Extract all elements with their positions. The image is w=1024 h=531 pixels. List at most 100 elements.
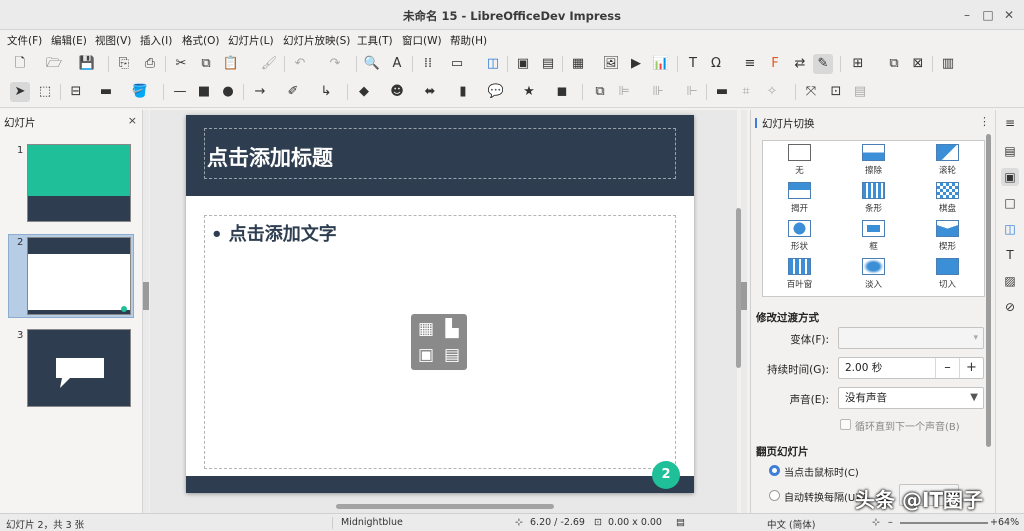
grid-icon[interactable]: ⁞⁞ — [418, 54, 438, 74]
flowchart-icon[interactable]: ▮ — [453, 82, 473, 102]
arrow-line-icon[interactable]: → — [250, 82, 270, 102]
ellipse-icon[interactable]: ● — [218, 82, 238, 102]
start-current-slide-icon[interactable]: ▤ — [538, 54, 558, 74]
crop-icon[interactable]: ⌗ — [736, 82, 756, 102]
image-icon[interactable]: 🖼 — [601, 54, 621, 74]
curve-icon[interactable]: ✐ — [283, 82, 303, 102]
transitions-icon[interactable]: ⇄ — [790, 54, 810, 74]
menu-help[interactable]: 帮助(H) — [450, 33, 487, 48]
transition-cut[interactable]: 切入 — [911, 255, 984, 293]
menu-edit[interactable]: 编辑(E) — [51, 33, 87, 48]
loop-sound-checkbox[interactable] — [840, 419, 851, 430]
zoom-out-icon[interactable]: – — [888, 517, 893, 528]
on-click-radio[interactable] — [769, 465, 780, 476]
select-pointer-icon[interactable]: ➤ — [10, 82, 30, 102]
close-icon[interactable]: × — [128, 114, 137, 127]
insert-table-icon[interactable]: ▦ — [415, 318, 437, 340]
transition-checkers[interactable]: 棋盘 — [911, 179, 984, 217]
insert-video-icon[interactable]: ▤ — [441, 344, 463, 366]
properties-icon[interactable]: ▤ — [1001, 142, 1019, 160]
toggle-extrusion-icon[interactable]: ⤧ — [801, 82, 821, 102]
transition-venetian[interactable]: 百叶窗 — [763, 255, 836, 293]
filter-icon[interactable]: ✧ — [762, 82, 782, 102]
zoom-pan-icon[interactable]: ⬚ — [35, 82, 55, 102]
transition-bars[interactable]: 条形 — [837, 179, 910, 217]
transition-shape[interactable]: 形状 — [763, 217, 836, 255]
arrange-icon[interactable]: ⊪ — [648, 82, 668, 102]
transition-box[interactable]: 框 — [837, 217, 910, 255]
insert-chart-icon[interactable]: ▙ — [441, 318, 463, 340]
distribute-icon[interactable]: ⊩ — [682, 82, 702, 102]
show-draw-functions-icon[interactable]: ✎ — [813, 54, 833, 74]
stars-icon[interactable]: ★ — [519, 82, 539, 102]
find-icon[interactable]: 🔍 — [362, 54, 382, 74]
minimize-button[interactable]: – — [957, 5, 977, 25]
fontwork-f-icon[interactable]: F — [765, 54, 785, 74]
spelling-icon[interactable]: A — [387, 54, 407, 74]
menu-view[interactable]: 视图(V) — [95, 33, 131, 48]
language-status[interactable]: 中文 (简体) — [767, 517, 815, 531]
slide-transition-tab-icon[interactable]: ▣ — [1001, 168, 1019, 186]
basic-shapes-icon[interactable]: ◆ — [354, 82, 374, 102]
line-color-icon[interactable]: ⊟ — [66, 82, 86, 102]
fill-line-color-icon[interactable]: ▬ — [96, 82, 116, 102]
new-slide-icon[interactable]: ⊞ — [848, 54, 868, 74]
navigator-icon[interactable]: ⊘ — [1001, 298, 1019, 316]
gallery-icon[interactable]: ▨ — [1001, 272, 1019, 290]
media-icon[interactable]: ▶ — [626, 54, 646, 74]
sidebar-menu-icon[interactable]: ≡ — [1001, 114, 1019, 132]
duplicate-slide-icon[interactable]: ⧉ — [884, 54, 904, 74]
undo-icon[interactable]: ↶ — [290, 54, 310, 74]
zoom-level[interactable]: 64% — [998, 517, 1019, 528]
print-icon[interactable]: ⎙ — [140, 54, 160, 74]
transition-wipe[interactable]: 擦除 — [837, 141, 910, 179]
left-splitter[interactable] — [143, 110, 149, 513]
transition-fade[interactable]: 淡入 — [837, 255, 910, 293]
special-character-icon[interactable]: Ω — [706, 54, 726, 74]
display-views-icon[interactable]: ▭ — [444, 54, 470, 74]
duration-stepper[interactable]: 2.00 秒 – + — [838, 357, 984, 379]
connector-icon[interactable]: ↳ — [316, 82, 336, 102]
insert-image-icon[interactable]: ▣ — [415, 344, 437, 366]
transition-uncover[interactable]: 揭开 — [763, 179, 836, 217]
copy-icon[interactable]: ⧉ — [196, 54, 216, 74]
fontwork-icon[interactable]: ≡ — [740, 54, 760, 74]
menu-format[interactable]: 格式(O) — [182, 33, 219, 48]
styles-icon[interactable]: T — [1001, 246, 1019, 264]
menu-insert[interactable]: 插入(I) — [140, 33, 172, 48]
delete-slide-icon[interactable]: ⊠ — [908, 54, 928, 74]
animation-icon[interactable]: □ — [1001, 194, 1019, 212]
master-slide-icon[interactable]: ◫ — [483, 54, 503, 74]
title-placeholder[interactable]: 点击添加标题 — [204, 128, 676, 179]
shadow-icon[interactable]: ▬ — [712, 82, 732, 102]
maximize-button[interactable]: □ — [978, 5, 998, 25]
transformations-icon[interactable]: ⧉ — [590, 82, 610, 102]
menu-tools[interactable]: 工具(T) — [357, 33, 393, 48]
redo-icon[interactable]: ↷ — [325, 54, 345, 74]
save-icon[interactable]: 💾 — [77, 54, 97, 74]
export-pdf-icon[interactable]: ⎘ — [114, 54, 134, 74]
slide-canvas[interactable]: 点击添加标题 • 点击添加文字 ▦ ▙ ▣ ▤ 2 — [186, 115, 694, 493]
transition-wheel[interactable]: 滚轮 — [911, 141, 984, 179]
transition-none[interactable]: 无 — [763, 141, 836, 179]
symbol-shapes-icon[interactable]: ☻ — [387, 82, 407, 102]
right-splitter[interactable] — [741, 110, 747, 513]
menu-slideshow[interactable]: 幻灯片放映(S) — [283, 33, 350, 48]
slide-thumbnail-3[interactable] — [27, 329, 131, 407]
decrease-duration-button[interactable]: – — [935, 358, 959, 378]
fit-slide-icon[interactable]: ⊹ — [872, 517, 880, 528]
menu-window[interactable]: 窗口(W) — [402, 33, 442, 48]
interaction-icon[interactable]: ⊡ — [826, 82, 846, 102]
zoom-in-icon[interactable]: + — [990, 517, 998, 528]
text-box-icon[interactable]: T — [683, 54, 703, 74]
open-folder-icon[interactable]: 🗁 — [44, 54, 64, 74]
splitter-grip[interactable] — [741, 282, 747, 310]
auto-advance-radio[interactable] — [769, 490, 780, 501]
rectangle-icon[interactable]: ■ — [194, 82, 214, 102]
transition-wedge[interactable]: 楔形 — [911, 217, 984, 255]
slide-layout-icon[interactable]: ▥ — [938, 54, 958, 74]
master-slides-icon[interactable]: ◫ — [1001, 220, 1019, 238]
clone-formatting-icon[interactable]: 🖌 — [259, 54, 279, 74]
increase-duration-button[interactable]: + — [959, 358, 983, 378]
zoom-slider[interactable] — [900, 522, 988, 524]
